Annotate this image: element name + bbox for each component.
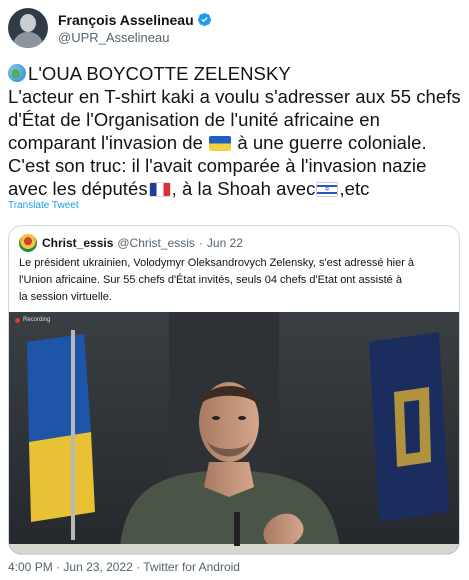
author-names: François Asselineau @UPR_Asselineau	[58, 11, 212, 46]
quoted-text-line: la session virtuelle.	[19, 291, 112, 303]
quoted-date: Jun 22	[206, 236, 243, 250]
media-image	[9, 312, 459, 554]
tweet-text-segment: à une guerre coloniale.	[232, 132, 427, 153]
tweet-text-segment: , à la Shoah avec	[171, 178, 316, 199]
tweet-time[interactable]: 4:00 PM	[8, 560, 53, 574]
quoted-text-line: Le président ukrainien, Volodymyr Oleksa…	[19, 257, 415, 269]
translate-tweet-link[interactable]: Translate Tweet	[8, 200, 79, 211]
quoted-author-name: Christ_essis	[42, 236, 114, 250]
tweet-line: L'acteur en T-shirt kaki a voulu s'adres…	[8, 86, 461, 107]
tweet-line: d'État de l'Organisation de l'unité afri…	[8, 109, 380, 130]
tweet-text-segment: comparant l'invasion de	[8, 132, 209, 153]
quoted-media[interactable]: Recording	[9, 312, 459, 554]
tweet-header: François Asselineau @UPR_Asselineau	[8, 8, 212, 48]
quoted-tweet[interactable]: Christ_essis @Christ_essis · Jun 22 Le p…	[8, 225, 460, 555]
quoted-tweet-text: Le président ukrainien, Volodymyr Oleksa…	[19, 255, 451, 306]
author-avatar[interactable]	[8, 8, 48, 48]
quoted-tweet-header: Christ_essis @Christ_essis · Jun 22	[19, 234, 243, 252]
israel-flag-icon: ✡	[316, 182, 339, 197]
tweet-line: comparant l'invasion de à une guerre col…	[8, 131, 463, 154]
tweet-headline: L'OUA BOYCOTTE ZELENSKY	[28, 63, 291, 84]
tweet-line: avec les députés , à la Shoah avec ✡ ,etc	[8, 177, 463, 200]
tweet-line: L'OUA BOYCOTTE ZELENSKY	[8, 62, 463, 85]
record-dot-icon	[15, 317, 20, 323]
recording-label: Recording	[23, 317, 51, 323]
tweet-text-segment: avec les députés	[8, 178, 148, 199]
quoted-author-avatar	[19, 234, 37, 252]
author-name-row: François Asselineau	[58, 11, 212, 29]
tweet-footer: 4:00 PM · Jun 23, 2022 · Twitter for And…	[8, 560, 240, 574]
quoted-separator: ·	[198, 236, 203, 250]
tweet-source: Twitter for Android	[143, 560, 240, 574]
france-flag-icon	[148, 182, 171, 197]
tweet-line: C'est son truc: il l'avait comparée à l'…	[8, 155, 427, 176]
author-name[interactable]: François Asselineau	[58, 11, 194, 29]
globe-icon	[8, 64, 26, 82]
quoted-author-handle: @Christ_essis	[117, 236, 195, 250]
author-handle[interactable]: @UPR_Asselineau	[58, 29, 212, 46]
recording-indicator: Recording	[15, 317, 50, 323]
verified-badge-icon	[197, 12, 211, 27]
ukraine-flag-icon	[209, 136, 232, 151]
tweet-text: L'OUA BOYCOTTE ZELENSKY L'acteur en T-sh…	[8, 62, 463, 200]
tweet-date[interactable]: Jun 23, 2022	[63, 560, 132, 574]
tweet-text-segment: ,etc	[339, 178, 370, 199]
quoted-text-line: l'Union africaine. Sur 55 chefs d'État i…	[19, 274, 402, 286]
